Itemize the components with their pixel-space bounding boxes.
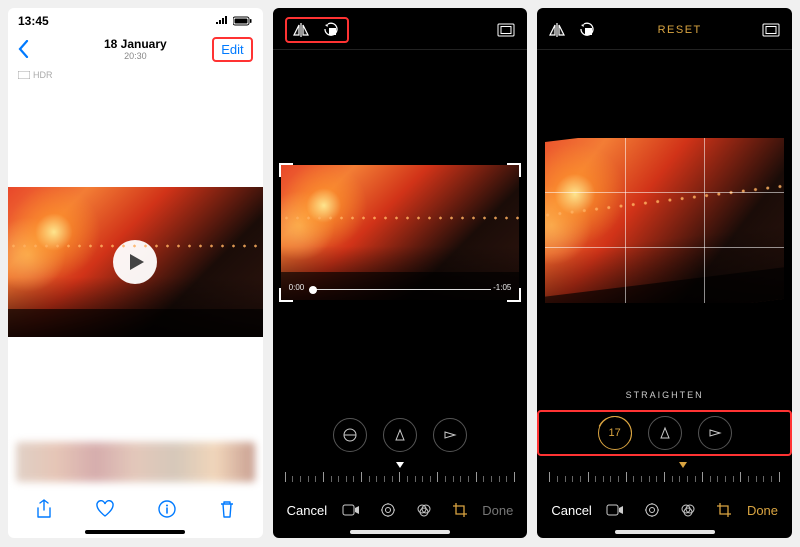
editor-mode-tabs xyxy=(606,502,732,518)
video-frame: 0:00 -1:05 xyxy=(281,165,520,300)
adjust-dial[interactable] xyxy=(285,464,516,482)
crop-tab[interactable] xyxy=(716,502,732,518)
vertical-perspective-control[interactable] xyxy=(648,416,682,450)
battery-icon xyxy=(233,16,253,26)
viewer-content xyxy=(8,82,263,442)
favorite-button[interactable] xyxy=(95,500,115,518)
flip-rotate-group xyxy=(285,17,349,43)
crop-frame[interactable] xyxy=(545,138,784,303)
hdr-icon xyxy=(18,71,30,79)
back-button[interactable] xyxy=(18,40,30,58)
crop-canvas[interactable]: 0:00 -1:05 xyxy=(273,50,528,414)
adjust-circles: 17 xyxy=(537,410,792,456)
viewer-toolbar xyxy=(8,488,263,528)
flip-horizontal-icon[interactable] xyxy=(293,22,311,38)
info-button[interactable] xyxy=(158,500,176,518)
crop-frame[interactable]: 0:00 -1:05 xyxy=(281,165,520,300)
photos-viewer-screen: 13:45 18 January 20:30 Edit HDR xyxy=(8,8,263,538)
adjust-circles xyxy=(273,414,528,456)
rotate-icon[interactable] xyxy=(579,22,597,38)
filters-tab[interactable] xyxy=(416,502,432,518)
editor-mode-tabs xyxy=(342,502,468,518)
play-button[interactable] xyxy=(113,240,157,284)
video-tab[interactable] xyxy=(342,502,360,518)
cancel-button[interactable]: Cancel xyxy=(551,503,591,518)
signal-icon xyxy=(215,16,229,26)
horizontal-perspective-control[interactable] xyxy=(698,416,732,450)
thumbnail-strip[interactable] xyxy=(16,442,255,482)
photo-date-title: 18 January 20:30 xyxy=(104,37,167,61)
home-indicator[interactable] xyxy=(615,530,715,534)
straighten-control[interactable] xyxy=(333,418,367,452)
editor-bottom-bar: Cancel Done xyxy=(273,488,528,528)
video-tab[interactable] xyxy=(606,502,624,518)
edit-button[interactable]: Edit xyxy=(212,37,252,62)
editor-top-bar: RESET xyxy=(537,8,792,50)
straighten-control[interactable]: 17 xyxy=(598,416,632,450)
viewer-header: 18 January 20:30 Edit xyxy=(8,30,263,68)
reset-button[interactable]: RESET xyxy=(658,24,702,36)
flip-rotate-group xyxy=(549,22,597,38)
status-bar: 13:45 xyxy=(8,8,263,30)
home-indicator[interactable] xyxy=(350,530,450,534)
delete-button[interactable] xyxy=(219,499,235,519)
video-preview[interactable] xyxy=(8,187,263,337)
dial-pointer[interactable] xyxy=(396,462,404,468)
done-button[interactable]: Done xyxy=(482,503,513,518)
video-frame xyxy=(545,138,784,303)
straighten-editor-screen: RESET STRAIGHTEN 17 Cancel xyxy=(537,8,792,538)
adjust-tab[interactable] xyxy=(644,502,660,518)
adjust-tab[interactable] xyxy=(380,502,396,518)
cancel-button[interactable]: Cancel xyxy=(287,503,327,518)
flip-horizontal-icon[interactable] xyxy=(549,22,567,38)
photo-time: 20:30 xyxy=(104,51,167,61)
aspect-ratio-icon[interactable] xyxy=(762,23,780,37)
adjust-controls xyxy=(273,414,528,488)
rotate-icon[interactable] xyxy=(323,22,341,38)
done-button[interactable]: Done xyxy=(747,503,778,518)
adjust-label: STRAIGHTEN xyxy=(537,390,792,400)
trim-line[interactable] xyxy=(309,289,492,290)
status-time: 13:45 xyxy=(18,14,49,28)
vertical-perspective-control[interactable] xyxy=(383,418,417,452)
crop-editor-screen: 0:00 -1:05 Cancel Done xyxy=(273,8,528,538)
adjust-dial[interactable] xyxy=(549,464,780,482)
filters-tab[interactable] xyxy=(680,502,696,518)
home-indicator[interactable] xyxy=(85,530,185,534)
aspect-ratio-icon[interactable] xyxy=(497,23,515,37)
straighten-value: 17 xyxy=(609,427,621,439)
dial-pointer[interactable] xyxy=(679,462,687,468)
horizontal-perspective-control[interactable] xyxy=(433,418,467,452)
adjust-controls: STRAIGHTEN 17 xyxy=(537,390,792,488)
share-button[interactable] xyxy=(36,499,52,519)
status-icons xyxy=(215,16,253,26)
editor-top-bar xyxy=(273,8,528,50)
hdr-badge: HDR xyxy=(8,68,263,82)
crop-canvas[interactable] xyxy=(537,50,792,390)
crop-tab[interactable] xyxy=(452,502,468,518)
editor-bottom-bar: Cancel Done xyxy=(537,488,792,528)
trim-scrubber[interactable]: 0:00 -1:05 xyxy=(289,283,512,292)
photo-date: 18 January xyxy=(104,37,167,51)
